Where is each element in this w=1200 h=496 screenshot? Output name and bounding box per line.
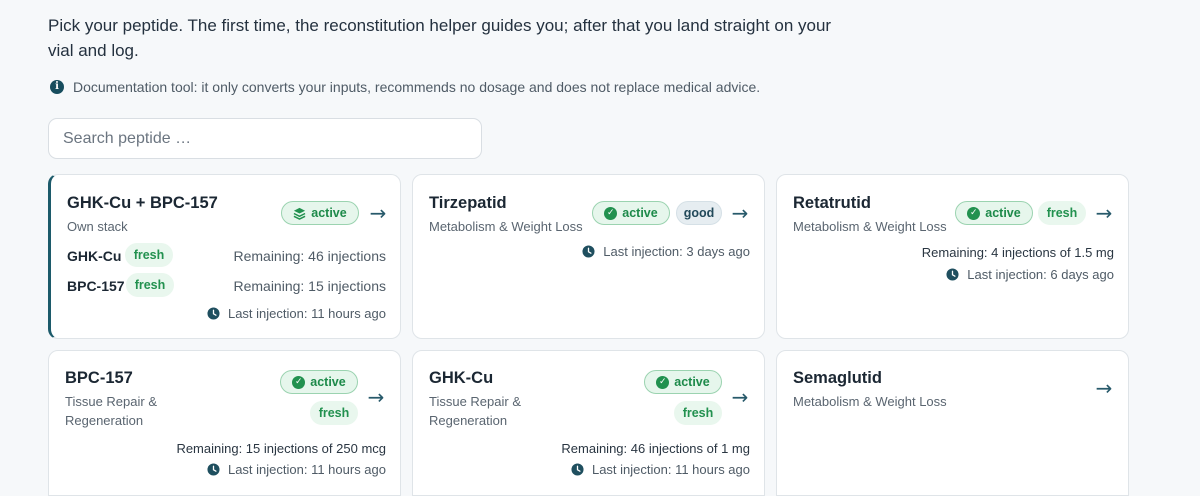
arrow-right-icon[interactable]: → [729,202,751,224]
freshness-badge: fresh [126,273,174,297]
status-label: active [311,206,347,220]
card-subtitle: Tissue Repair & Regeneration [65,394,157,428]
freshness-badge: fresh [1038,201,1086,225]
component-name: GHK-Cu [67,248,122,264]
peptide-card-ghkcu[interactable]: GHK-Cu Tissue Repair & Regeneration ✓ ac… [412,350,765,496]
disclaimer: i Documentation tool: it only converts y… [50,79,760,95]
check-circle-icon: ✓ [604,206,618,220]
check-circle-icon: ✓ [967,206,981,220]
status-badge: ✓ active [592,201,670,225]
peptide-card-semaglutid[interactable]: Semaglutid Metabolism & Weight Loss → [776,350,1129,496]
peptide-card-tirzepatid[interactable]: Tirzepatid Metabolism & Weight Loss ✓ ac… [412,174,765,339]
status-badge: ✓ active [955,201,1033,225]
peptide-card-retatrutid[interactable]: Retatrutid Metabolism & Weight Loss ✓ ac… [776,174,1129,339]
search-box [48,118,482,159]
last-injection: Last injection: 11 hours ago [571,462,750,477]
status-label: active [310,375,346,389]
status-badge: active [281,201,359,225]
component-name: BPC-157 [67,278,125,294]
card-title: Tirzepatid [429,194,507,212]
card-title: GHK-Cu [429,369,494,387]
last-injection: Last injection: 6 days ago [946,267,1114,282]
card-title: GHK-Cu + BPC-157 [67,194,218,212]
peptide-card-stack[interactable]: GHK-Cu + BPC-157 Own stack active → GHK-… [48,174,401,339]
status-badge: ✓ active [280,370,358,394]
last-injection-text: Last injection: 11 hours ago [591,462,750,477]
arrow-right-icon[interactable]: → [1093,202,1115,224]
freshness-badge: fresh [310,401,358,425]
last-injection-text: Last injection: 11 hours ago [227,462,386,477]
card-subtitle: Metabolism & Weight Loss [793,394,947,409]
disclaimer-text: Documentation tool: it only converts you… [73,79,761,95]
card-subtitle: Metabolism & Weight Loss [429,219,583,234]
intro-text: Pick your peptide. The first time, the r… [48,16,832,60]
status-badge: ✓ active [644,370,722,394]
last-injection: Last injection: 3 days ago [582,244,750,259]
arrow-right-icon[interactable]: → [367,202,389,224]
clock-icon [207,307,220,320]
remaining-text: Remaining: 15 injections of 250 mcg [176,441,386,456]
component-remaining: Remaining: 15 injections [233,278,386,294]
info-icon: i [50,80,64,94]
status-label: active [674,375,710,389]
check-circle-icon: ✓ [656,375,670,389]
clock-icon [946,268,959,281]
remaining-text: Remaining: 4 injections of 1.5 mg [921,245,1114,260]
last-injection: Last injection: 11 hours ago [207,462,386,477]
freshness-badge: fresh [125,243,173,267]
freshness-badge: fresh [674,401,722,425]
check-circle-icon: ✓ [292,375,306,389]
search-input[interactable] [49,119,481,158]
last-injection-text: Last injection: 6 days ago [967,267,1114,282]
card-title: Retatrutid [793,194,871,212]
card-title: Semaglutid [793,369,882,387]
arrow-right-icon[interactable]: → [1093,377,1115,399]
last-injection-text: Last injection: 11 hours ago [227,306,386,321]
quality-badge: good [676,201,722,225]
peptide-card-bpc157[interactable]: BPC-157 Tissue Repair & Regeneration ✓ a… [48,350,401,496]
last-injection: Last injection: 11 hours ago [207,306,386,321]
arrow-right-icon[interactable]: → [365,386,387,408]
arrow-right-icon[interactable]: → [729,386,751,408]
status-label: active [985,206,1021,220]
card-subtitle: Metabolism & Weight Loss [793,219,947,234]
card-title: BPC-157 [65,369,133,387]
card-subtitle: Tissue Repair & Regeneration [429,394,521,428]
status-label: active [622,206,658,220]
stack-icon [293,207,306,220]
component-remaining: Remaining: 46 injections [233,248,386,264]
clock-icon [571,463,584,476]
card-subtitle: Own stack [67,219,128,234]
last-injection-text: Last injection: 3 days ago [603,244,750,259]
clock-icon [207,463,220,476]
remaining-text: Remaining: 46 injections of 1 mg [561,441,750,456]
clock-icon [582,245,595,258]
